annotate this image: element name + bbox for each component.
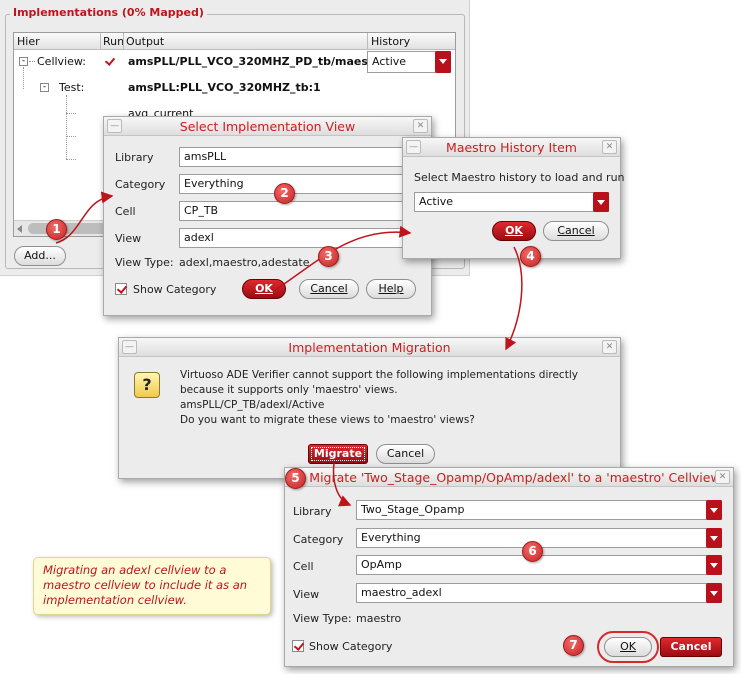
arrow-4-5 (505, 246, 523, 351)
step-badge-3: 3 (318, 246, 339, 267)
arrow-migrate (332, 462, 352, 507)
step-badge-4: 4 (520, 246, 541, 267)
step-badge-5: 5 (285, 468, 306, 489)
arrow-3-4 (274, 225, 412, 291)
step-arrows (55, 191, 523, 507)
step-badge-6: 6 (522, 541, 543, 562)
step-badge-1: 1 (46, 219, 67, 240)
step-badge-7: 7 (563, 635, 584, 656)
step-badge-2: 2 (274, 183, 295, 204)
